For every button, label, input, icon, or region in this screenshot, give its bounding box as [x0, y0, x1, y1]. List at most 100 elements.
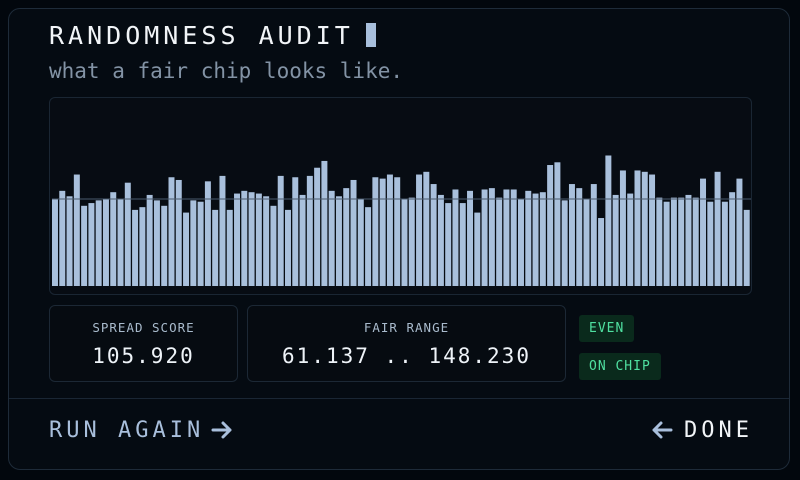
arrow-left-icon — [650, 418, 674, 442]
chart-bar — [117, 199, 124, 286]
done-label: DONE — [684, 417, 753, 443]
chart-bar — [394, 177, 401, 286]
chart-bar — [102, 199, 109, 286]
chart-bar — [343, 188, 350, 287]
chart-bar — [714, 171, 721, 286]
chart-bar — [408, 197, 415, 286]
chart-bar — [656, 197, 663, 286]
chart-bar — [321, 160, 328, 286]
chart-bar — [52, 199, 58, 286]
chart-bar — [212, 209, 219, 287]
chart-bar — [619, 170, 626, 286]
chart-bar — [146, 194, 153, 286]
chart-bar — [299, 194, 306, 286]
chart-bar — [605, 155, 612, 286]
chart-bar — [707, 201, 714, 286]
chart-bar — [277, 175, 284, 286]
footer-divider — [9, 398, 789, 399]
chart-bar — [306, 175, 313, 286]
chart-bar — [437, 194, 444, 286]
chart-bar — [292, 177, 299, 286]
chart-bar — [73, 174, 80, 286]
chart-bar — [474, 212, 481, 286]
chart-bar — [168, 177, 175, 286]
chart-bar — [161, 205, 168, 286]
done-button[interactable]: DONE — [650, 412, 753, 448]
chart-bar — [685, 194, 692, 286]
chart-bar — [736, 178, 743, 286]
chart-bar — [66, 196, 73, 286]
chart-bar — [81, 205, 88, 286]
chart-bar — [204, 181, 211, 286]
chart-bar — [139, 207, 146, 286]
chart-bar — [729, 192, 736, 286]
distribution-chart — [49, 97, 752, 295]
chart-bar — [314, 167, 321, 286]
chart-bar — [226, 209, 233, 287]
chart-bar — [634, 170, 641, 286]
chart-bar — [452, 189, 459, 286]
on-chip-badge: ON CHIP — [579, 353, 661, 380]
chart-bar — [248, 192, 255, 286]
chart-bar — [445, 203, 452, 286]
chart-bar — [678, 197, 685, 286]
fair-range-label: FAIR RANGE — [363, 320, 450, 335]
page-title: RANDOMNESS AUDIT — [49, 20, 354, 50]
cursor-block-icon — [365, 23, 376, 47]
chart-bar — [576, 188, 583, 287]
chart-bar — [641, 171, 648, 286]
arrow-right-icon — [210, 418, 234, 442]
chart-bar — [598, 218, 605, 286]
chart-bar — [496, 197, 503, 286]
chart-bar — [525, 190, 532, 286]
chart-bar — [518, 199, 524, 286]
chart-bar — [88, 203, 95, 286]
chart-bar — [132, 209, 139, 287]
chart-bar — [219, 175, 226, 286]
chart-bar — [234, 193, 241, 286]
chart-bar — [467, 190, 474, 286]
chart-bar — [743, 209, 750, 287]
chart-bar — [416, 174, 423, 286]
spread-score-card: SPREAD SCORE 105.920 — [49, 305, 238, 382]
fair-range-value: 61.137 .. 148.230 — [282, 344, 531, 368]
run-again-button[interactable]: RUN AGAIN — [49, 412, 234, 448]
chart-bar — [423, 171, 430, 286]
chart-bar — [328, 190, 335, 286]
chart-bar — [481, 189, 488, 286]
chart-bar — [335, 196, 342, 286]
chart-bar — [241, 190, 248, 286]
chart-bar — [612, 194, 619, 286]
spread-score-label: SPREAD SCORE — [92, 320, 195, 335]
chart-bar — [721, 201, 728, 286]
chart-bar — [583, 199, 590, 286]
chart-bar — [365, 207, 372, 286]
chart-bar — [488, 188, 495, 287]
chart-bar — [561, 200, 568, 286]
chart-bar — [649, 174, 656, 286]
audit-panel: RANDOMNESS AUDIT what a fair chip looks … — [8, 8, 790, 470]
title-row: RANDOMNESS AUDIT — [49, 15, 376, 55]
chart-bar — [700, 178, 707, 286]
page-subtitle: what a fair chip looks like. — [49, 59, 404, 83]
chart-bar — [627, 193, 634, 286]
chart-bar — [190, 200, 197, 286]
chart-bar — [153, 200, 160, 286]
chart-bar — [59, 190, 66, 286]
chart-bar — [350, 179, 357, 286]
chart-bar — [663, 201, 670, 286]
chart-bar — [270, 205, 277, 286]
chart-bar — [95, 200, 102, 286]
chart-bar — [532, 193, 539, 286]
chart-bar — [503, 189, 510, 286]
chart-bar — [379, 178, 386, 286]
chart-bar — [285, 209, 291, 287]
chart-bar — [670, 197, 677, 286]
chart-bar — [386, 174, 393, 286]
even-badge: EVEN — [579, 315, 635, 342]
chart-bar — [539, 192, 546, 286]
chart-bar — [110, 192, 117, 286]
distribution-chart-svg — [52, 155, 751, 287]
chart-bar — [255, 193, 262, 286]
chart-bar — [554, 162, 561, 286]
